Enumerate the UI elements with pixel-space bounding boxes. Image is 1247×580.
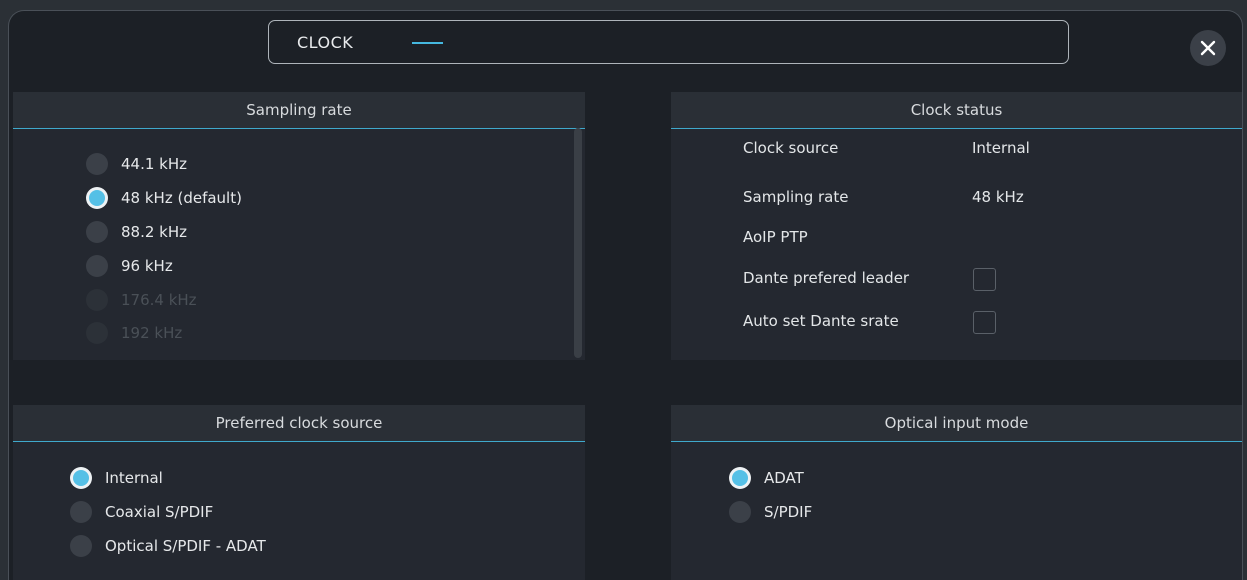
optical-mode-option-spdif[interactable]: S/PDIF xyxy=(729,501,812,523)
sampling-rate-option-192: 192 kHz xyxy=(86,322,182,344)
sampling-rate-panel: Sampling rate 44.1 kHz 48 kHz (default) … xyxy=(13,92,585,360)
sampling-rate-option-96[interactable]: 96 kHz xyxy=(86,255,173,277)
clock-source-label: Clock source xyxy=(743,139,839,157)
option-label: 44.1 kHz xyxy=(121,155,188,173)
sampling-rate-label: Sampling rate xyxy=(743,188,849,206)
sampling-rate-option-176-4: 176.4 kHz xyxy=(86,289,197,311)
clock-source-option-coaxial[interactable]: Coaxial S/PDIF xyxy=(70,501,213,523)
title-accent-dash xyxy=(412,42,443,44)
close-icon xyxy=(1200,40,1216,56)
dialog-title: CLOCK xyxy=(297,33,354,52)
radio-button[interactable] xyxy=(86,187,108,209)
sampling-rate-option-88-2[interactable]: 88.2 kHz xyxy=(86,221,187,243)
clock-source-option-internal[interactable]: Internal xyxy=(70,467,163,489)
dante-leader-label: Dante prefered leader xyxy=(743,269,910,287)
radio-button[interactable] xyxy=(70,501,92,523)
clock-status-header: Clock status xyxy=(671,92,1242,129)
auto-set-dante-label: Auto set Dante srate xyxy=(743,312,899,330)
radio-button[interactable] xyxy=(86,255,108,277)
option-label: 48 kHz (default) xyxy=(121,189,242,207)
radio-button[interactable] xyxy=(70,467,92,489)
option-label: Internal xyxy=(105,469,163,487)
option-label: 192 kHz xyxy=(121,324,183,342)
radio-button[interactable] xyxy=(729,501,751,523)
aoip-ptp-label: AoIP PTP xyxy=(743,228,808,246)
radio-button[interactable] xyxy=(729,467,751,489)
preferred-clock-header: Preferred clock source xyxy=(13,405,585,442)
dante-leader-checkbox[interactable] xyxy=(973,268,996,291)
radio-button xyxy=(86,289,108,311)
sampling-rate-header: Sampling rate xyxy=(13,92,585,129)
auto-set-dante-checkbox[interactable] xyxy=(973,311,996,334)
option-label: 88.2 kHz xyxy=(121,223,188,241)
sampling-rate-option-48[interactable]: 48 kHz (default) xyxy=(86,187,242,209)
option-label: 96 kHz xyxy=(121,257,173,275)
option-label: 176.4 kHz xyxy=(121,291,197,309)
radio-button[interactable] xyxy=(86,153,108,175)
clock-dialog: CLOCK Sampling rate 44.1 kHz 48 kHz (def… xyxy=(8,10,1243,580)
radio-button xyxy=(86,322,108,344)
option-label: ADAT xyxy=(764,469,804,487)
clock-source-option-optical[interactable]: Optical S/PDIF - ADAT xyxy=(70,535,266,557)
option-label: Optical S/PDIF - ADAT xyxy=(105,537,266,555)
preferred-clock-panel: Preferred clock source Internal Coaxial … xyxy=(13,405,585,580)
title-bar: CLOCK xyxy=(268,20,1069,64)
close-button[interactable] xyxy=(1190,30,1226,66)
sampling-rate-scrollbar[interactable] xyxy=(574,128,582,358)
radio-button[interactable] xyxy=(86,221,108,243)
option-label: Coaxial S/PDIF xyxy=(105,503,214,521)
option-label: S/PDIF xyxy=(764,503,813,521)
sampling-rate-value: 48 kHz xyxy=(972,188,1024,206)
sampling-rate-option-44-1[interactable]: 44.1 kHz xyxy=(86,153,187,175)
radio-button[interactable] xyxy=(70,535,92,557)
optical-input-header: Optical input mode xyxy=(671,405,1242,442)
clock-source-value: Internal xyxy=(972,139,1030,157)
clock-status-panel: Clock status Clock source Internal Sampl… xyxy=(671,92,1242,360)
optical-mode-option-adat[interactable]: ADAT xyxy=(729,467,804,489)
optical-input-panel: Optical input mode ADAT S/PDIF xyxy=(671,405,1242,580)
